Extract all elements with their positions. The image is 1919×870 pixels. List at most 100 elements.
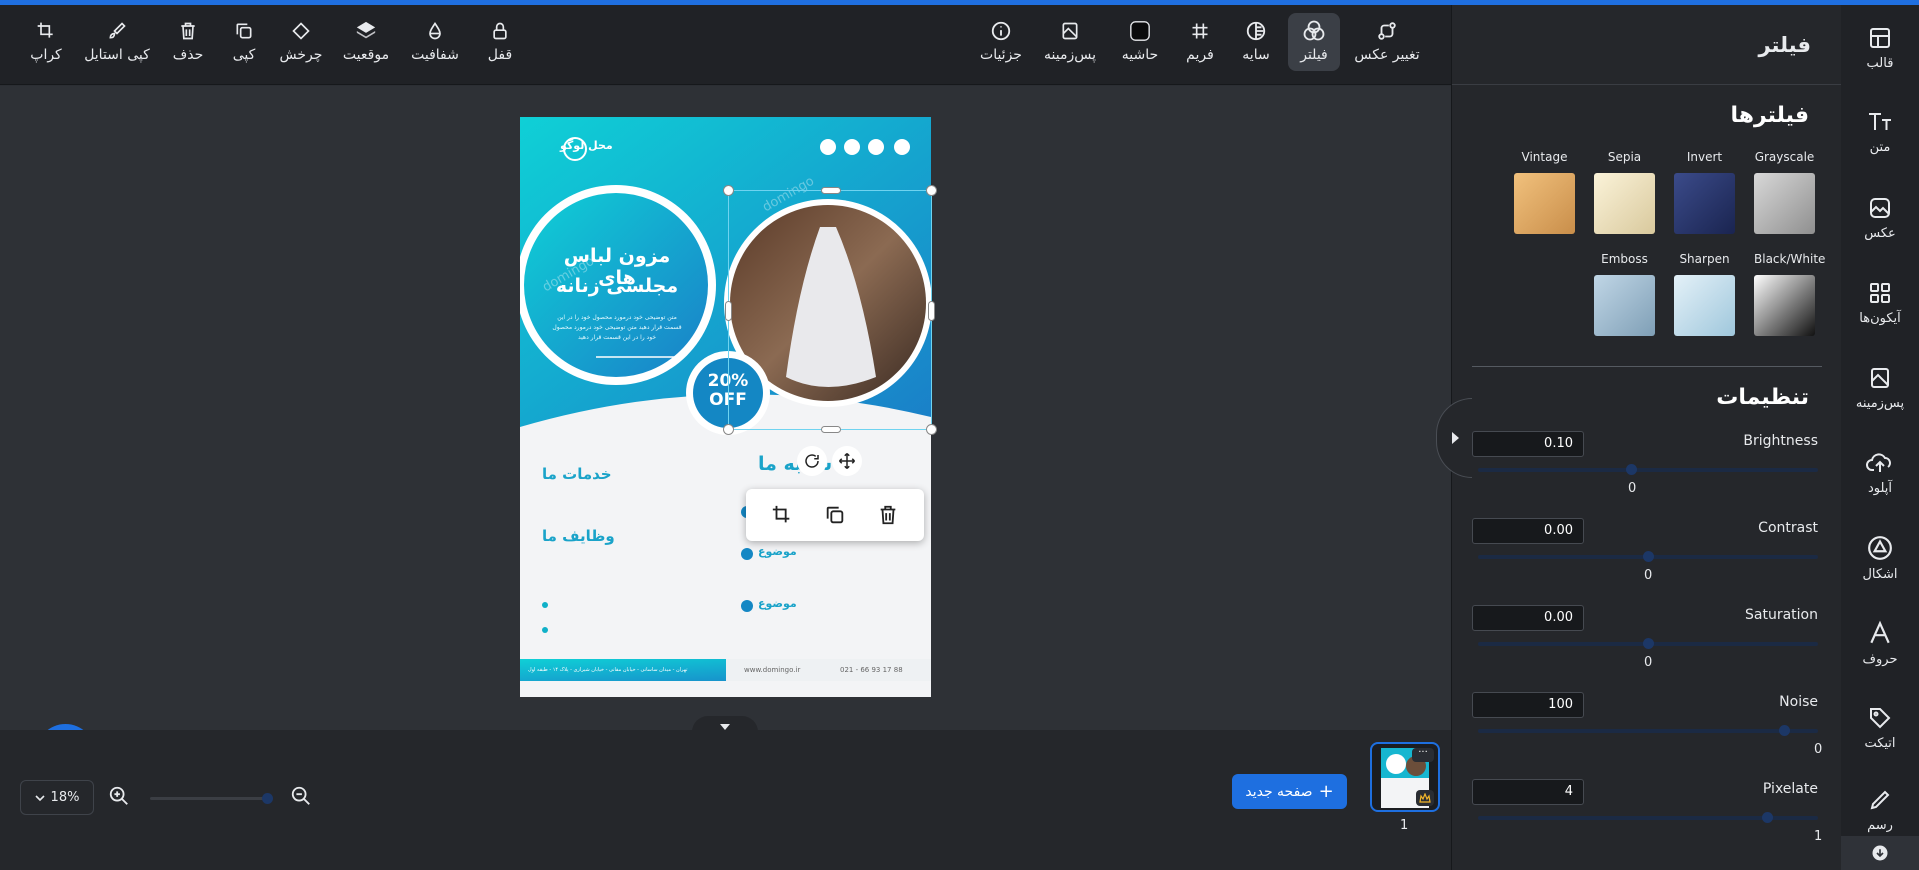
filter-button[interactable]: فیلتر [1288, 13, 1340, 71]
duties-title: وظایف ما [542, 527, 615, 545]
filter-sharpen[interactable]: Sharpen [1674, 252, 1735, 336]
saturation-knob[interactable] [1643, 638, 1654, 649]
zoom-slider-knob[interactable] [262, 793, 273, 804]
crop-button[interactable]: کراپ [26, 13, 66, 71]
change-photo-button[interactable]: تغییر عکس [1354, 13, 1420, 71]
resize-handle-br[interactable] [926, 424, 937, 435]
lock-label: قفل [487, 47, 513, 63]
chevron-down-icon [34, 794, 45, 802]
resize-handle-top[interactable] [821, 187, 841, 194]
background-panel-icon [1868, 366, 1892, 390]
page-thumbnail[interactable]: ··· [1370, 742, 1440, 812]
font-icon [1867, 620, 1893, 646]
selection-box[interactable] [723, 185, 937, 435]
shadow-button[interactable]: سایه [1238, 13, 1274, 71]
shadow-label: سایه [1242, 47, 1270, 63]
opacity-button[interactable]: شفافیت [408, 13, 462, 71]
filter-black-white[interactable]: Black/White [1754, 252, 1825, 336]
opacity-label: شفافیت [411, 47, 459, 63]
thumbnail-more-icon[interactable]: ··· [1412, 748, 1434, 762]
background-button[interactable]: پس‌زمینه [1044, 13, 1096, 71]
resize-handle-bottom[interactable] [821, 426, 841, 433]
position-button[interactable]: موقعیت [338, 13, 394, 71]
brightness-input[interactable]: 0.10 [1472, 431, 1584, 457]
noise-slider[interactable] [1478, 729, 1818, 733]
pencil-icon [1868, 788, 1892, 812]
filter-vintage[interactable]: Vintage [1514, 150, 1575, 234]
resize-handle-bl[interactable] [723, 424, 734, 435]
zoom-out-icon[interactable] [290, 785, 312, 807]
rotate-icon [803, 452, 821, 470]
pixelate-input[interactable]: 4 [1472, 779, 1584, 805]
contrast-knob[interactable] [1643, 551, 1654, 562]
pixelate-label: Pixelate [1762, 781, 1818, 797]
contrast-input[interactable]: 0.00 [1472, 518, 1584, 544]
noise-input[interactable]: 100 [1472, 692, 1584, 718]
filter-swatch [1594, 275, 1655, 336]
zoom-select[interactable]: 18% [20, 780, 94, 815]
resize-handle-left[interactable] [725, 301, 732, 321]
noise-setting: 100 Noise 0 [1472, 692, 1822, 772]
context-crop-icon[interactable] [771, 504, 793, 526]
new-page-button[interactable]: صفحه جدید + [1232, 774, 1347, 809]
flyer-phone: 021 - 66 93 17 88 [840, 666, 903, 674]
flyer-logo-text: محل لوگو [560, 139, 613, 152]
nav-text[interactable]: متن [1841, 97, 1919, 167]
saturation-input[interactable]: 0.00 [1472, 605, 1584, 631]
resize-handle-right[interactable] [928, 301, 935, 321]
plus-icon: + [1318, 780, 1334, 802]
nav-draw[interactable]: رسم [1841, 780, 1919, 840]
saturation-min: 0 [1644, 655, 1653, 670]
rotate-handle[interactable] [797, 446, 827, 476]
filter-grayscale[interactable]: Grayscale [1754, 150, 1815, 234]
brightness-knob[interactable] [1626, 464, 1637, 475]
nav-template[interactable]: قالب [1841, 13, 1919, 83]
filter-name: Emboss [1601, 252, 1648, 266]
panel-header: فیلتر [1452, 5, 1841, 85]
nav-fonts[interactable]: حروف [1841, 608, 1919, 678]
icons-grid-icon [1868, 281, 1892, 305]
nav-icons[interactable]: آیکون‌ها [1841, 268, 1919, 338]
copy-style-button[interactable]: کپی استایل [80, 13, 154, 71]
saturation-label: Saturation [1745, 607, 1818, 623]
brightness-slider[interactable] [1478, 468, 1818, 472]
noise-knob[interactable] [1779, 725, 1790, 736]
crop-label: کراپ [30, 47, 62, 63]
copy-button[interactable]: کپی [226, 13, 262, 71]
arrow-down-circle-icon [1871, 844, 1889, 862]
delete-button[interactable]: حذف [170, 13, 206, 71]
nav-shapes[interactable]: اشکال [1841, 523, 1919, 593]
lock-icon [488, 19, 512, 43]
swap-photo-icon [1375, 19, 1399, 43]
lock-button[interactable]: قفل [482, 13, 518, 71]
pixelate-min: 1 [1814, 829, 1823, 844]
nav-background[interactable]: پس‌زمینه [1841, 353, 1919, 423]
nav-upload[interactable]: آپلود [1841, 438, 1919, 508]
pixelate-knob[interactable] [1762, 812, 1773, 823]
zoom-slider[interactable] [150, 797, 268, 800]
page-number: 1 [1400, 818, 1409, 833]
contrast-min: 0 [1644, 568, 1653, 583]
nav-template-label: قالب [1866, 55, 1894, 71]
filter-name: Sharpen [1679, 252, 1730, 266]
brightness-setting: 0.10 Brightness 0 [1472, 431, 1822, 511]
border-button[interactable]: حاشیه [1120, 13, 1160, 71]
rotate-button[interactable]: چرخش [278, 13, 324, 71]
context-delete-icon[interactable] [877, 504, 899, 526]
nav-image[interactable]: عکس [1841, 183, 1919, 253]
resize-handle-tr[interactable] [926, 185, 937, 196]
context-copy-icon[interactable] [824, 504, 846, 526]
zoom-in-icon[interactable] [108, 785, 130, 807]
move-handle[interactable] [832, 446, 862, 476]
filter-invert[interactable]: Invert [1674, 150, 1735, 234]
filter-sepia[interactable]: Sepia [1594, 150, 1655, 234]
filters-title: فیلترها [1730, 103, 1809, 128]
nav-scroll-down-button[interactable] [1841, 836, 1919, 870]
details-button[interactable]: جزئیات [980, 13, 1022, 71]
nav-fonts-label: حروف [1862, 651, 1898, 667]
frame-button[interactable]: فریم [1182, 13, 1218, 71]
nav-tag[interactable]: اتیکت [1841, 693, 1919, 763]
resize-handle-tl[interactable] [723, 185, 734, 196]
filter-emboss[interactable]: Emboss [1594, 252, 1655, 336]
filter-swatch [1754, 173, 1815, 234]
